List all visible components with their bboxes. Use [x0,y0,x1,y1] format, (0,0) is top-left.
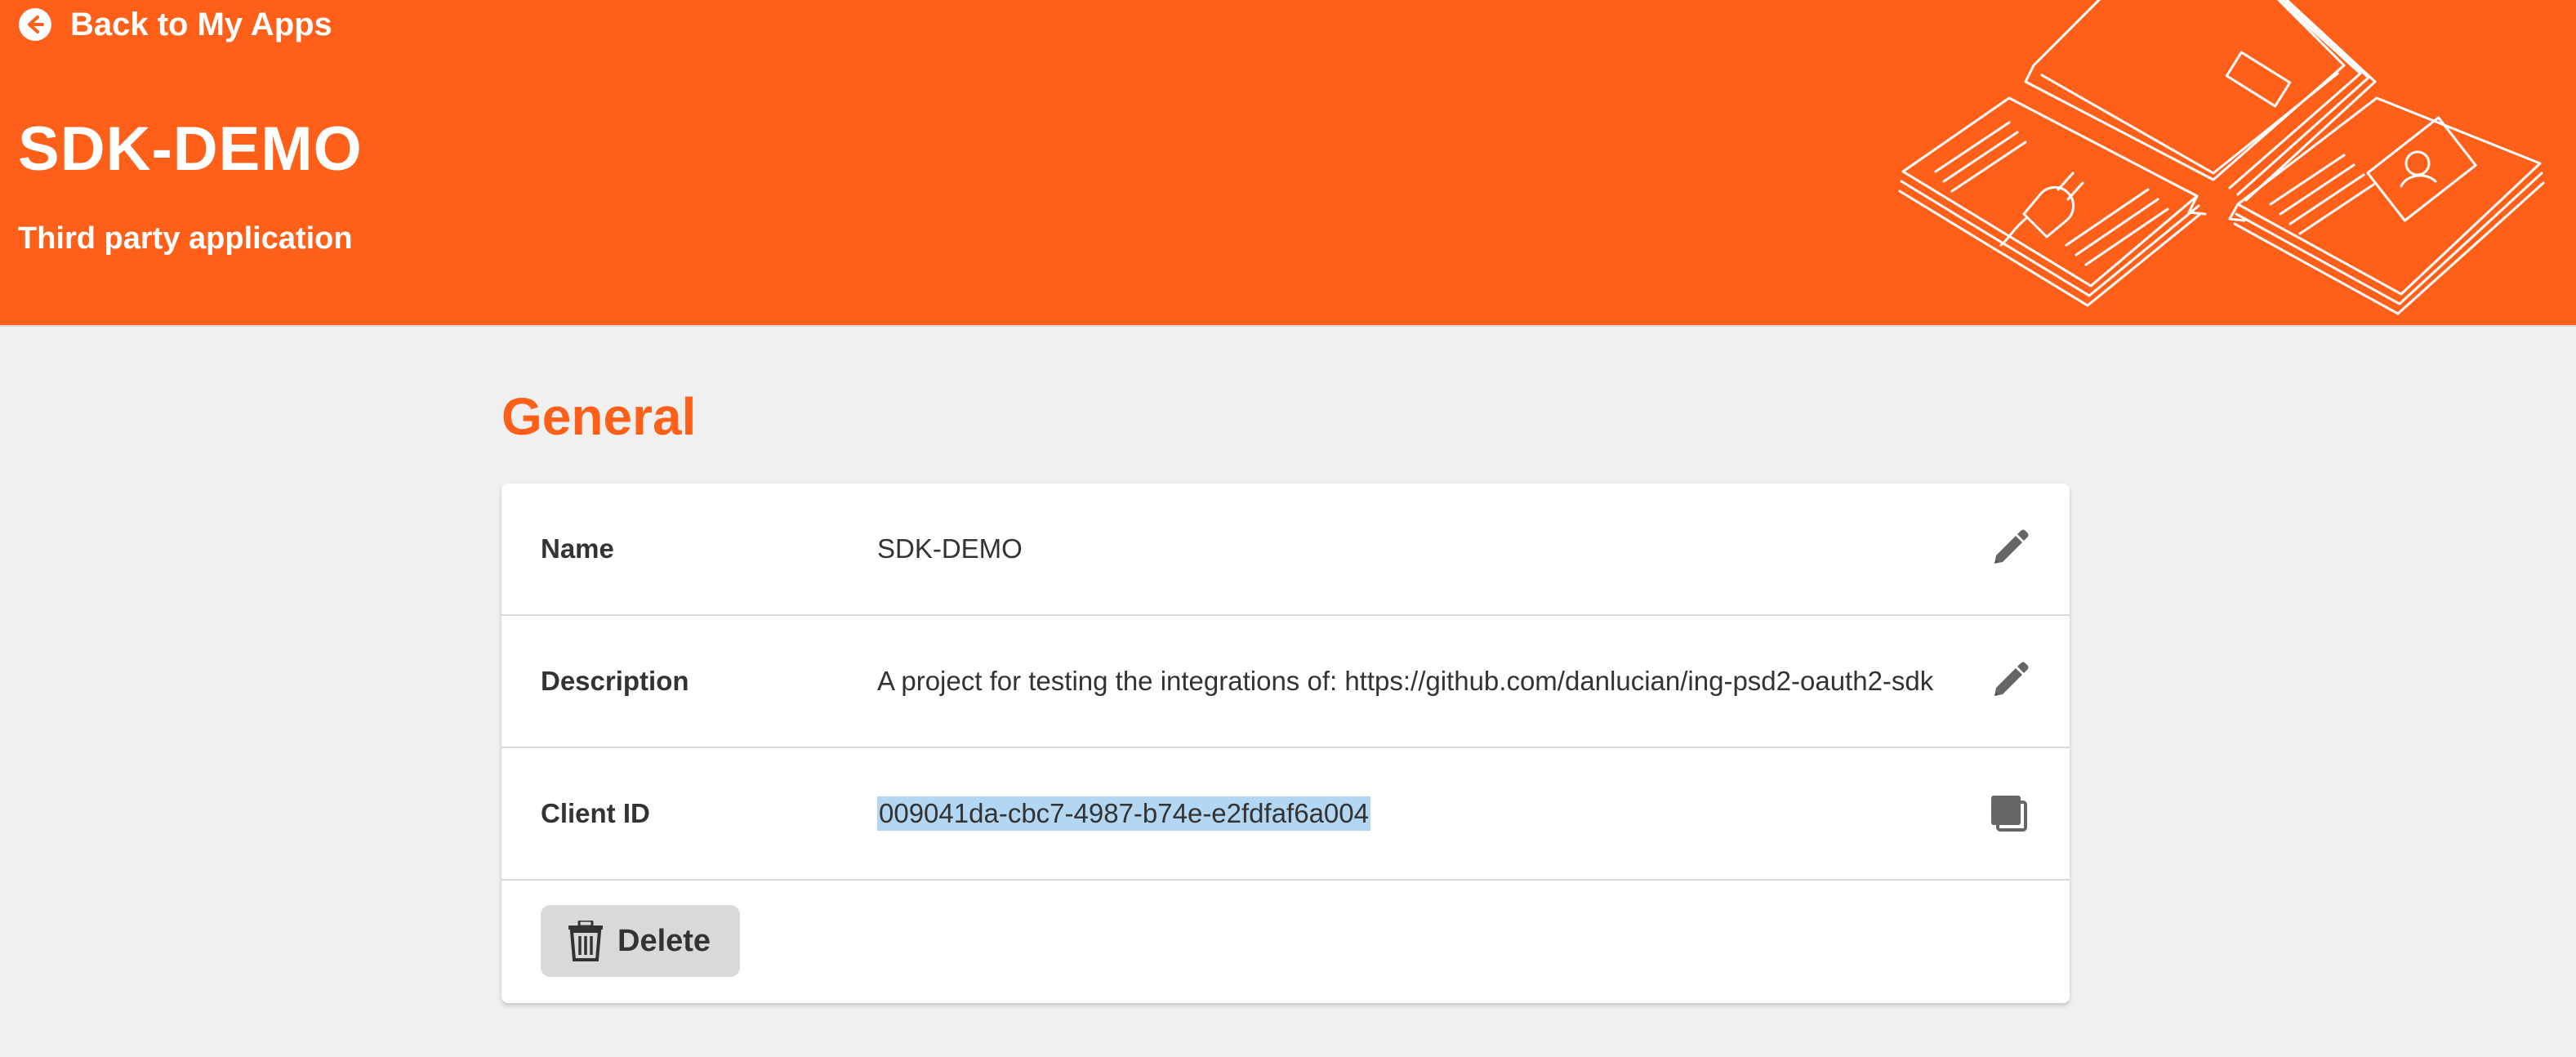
back-link-label: Back to My Apps [70,6,332,42]
edit-description-button[interactable] [1985,657,2034,706]
description-value: A project for testing the integrations o… [877,666,1934,696]
general-settings-card: Name SDK-DEMO Description A project for … [501,484,2070,1003]
description-row: Description A project for testing the in… [501,616,2070,748]
copy-icon [1991,796,2027,832]
client-id-label: Client ID [541,798,650,828]
trash-icon [568,921,603,961]
app-header: Back to My Apps SDK-DEMO Third party app… [0,0,2576,327]
client-id-value[interactable]: 009041da-cbc7-4987-b74e-e2fdfaf6a004 [877,796,1370,831]
section-title-general: General [501,387,697,446]
copy-client-id-button[interactable] [1985,789,2034,838]
pencil-icon [1994,529,2029,564]
name-value: SDK-DEMO [877,533,1023,564]
documents-illustration [1898,0,2545,315]
app-subtitle: Third party application [18,221,353,256]
app-title: SDK-DEMO [18,114,363,184]
edit-name-button[interactable] [1985,524,2034,573]
description-label: Description [541,666,689,696]
delete-app-button[interactable]: Delete [541,905,741,977]
back-to-my-apps-link[interactable]: Back to My Apps [18,3,332,46]
client-id-row: Client ID 009041da-cbc7-4987-b74e-e2fdfa… [501,748,2070,881]
arrow-left-circle-icon [18,7,52,42]
pencil-icon [1994,662,2029,696]
name-row: Name SDK-DEMO [501,484,2070,616]
delete-button-label: Delete [617,923,711,958]
name-label: Name [541,533,614,564]
